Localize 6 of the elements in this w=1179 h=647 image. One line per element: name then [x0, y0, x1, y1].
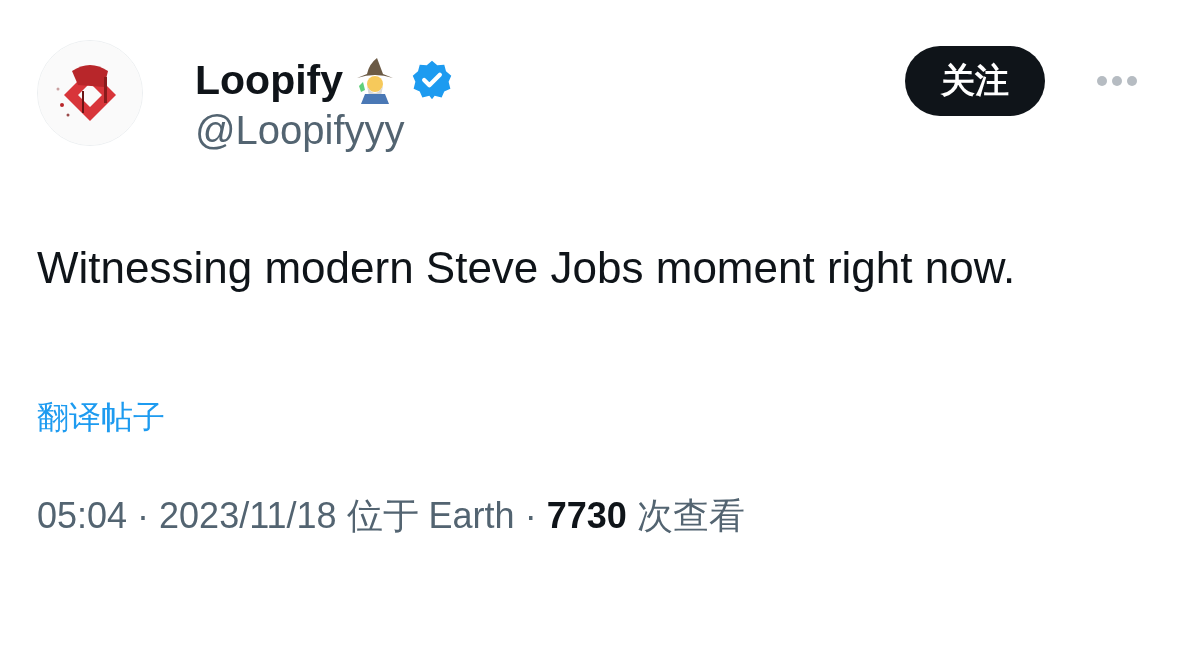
follow-button[interactable]: 关注 — [905, 46, 1045, 116]
tweet-metadata: 05:04 · 2023/11/18 位于 Earth · 7730 次查看 — [37, 494, 746, 538]
user-handle[interactable]: @Loopifyyy — [195, 104, 454, 156]
display-name[interactable]: Loopify — [195, 56, 344, 104]
tweet-text: Witnessing modern Steve Jobs moment right now. — [37, 242, 1017, 294]
more-options-icon[interactable] — [1095, 74, 1139, 88]
